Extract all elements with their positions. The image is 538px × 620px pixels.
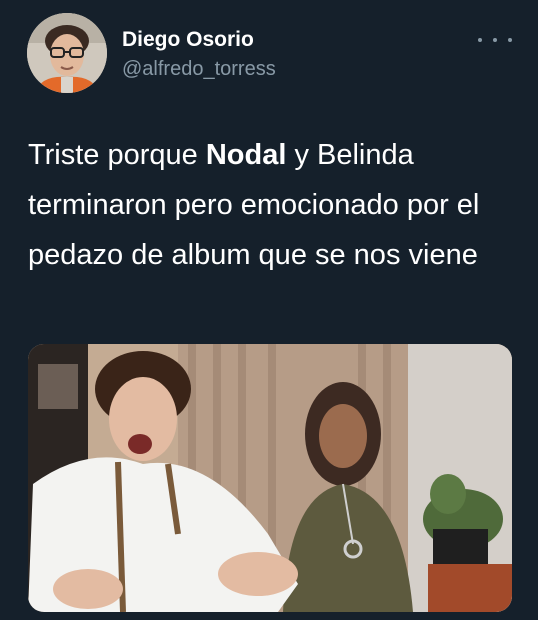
tweet-text-bold: Nodal xyxy=(205,139,287,171)
display-name[interactable]: Diego Osorio xyxy=(122,28,254,52)
tweet-text-part1: Triste porque xyxy=(28,139,206,171)
more-options-icon[interactable] xyxy=(478,30,512,50)
dot xyxy=(493,38,497,42)
avatar-photo-icon xyxy=(27,13,107,93)
dot xyxy=(478,38,482,42)
tweet-photo-icon xyxy=(28,344,512,612)
tweet-text: Triste porque Nodal y Belinda terminaron… xyxy=(28,130,508,280)
tweet-card: Diego Osorio @alfredo_torress Triste por… xyxy=(0,0,538,620)
dot xyxy=(508,38,512,42)
tweet-media-image[interactable] xyxy=(28,344,512,612)
user-handle[interactable]: @alfredo_torress xyxy=(122,58,276,81)
user-avatar[interactable] xyxy=(27,13,107,93)
